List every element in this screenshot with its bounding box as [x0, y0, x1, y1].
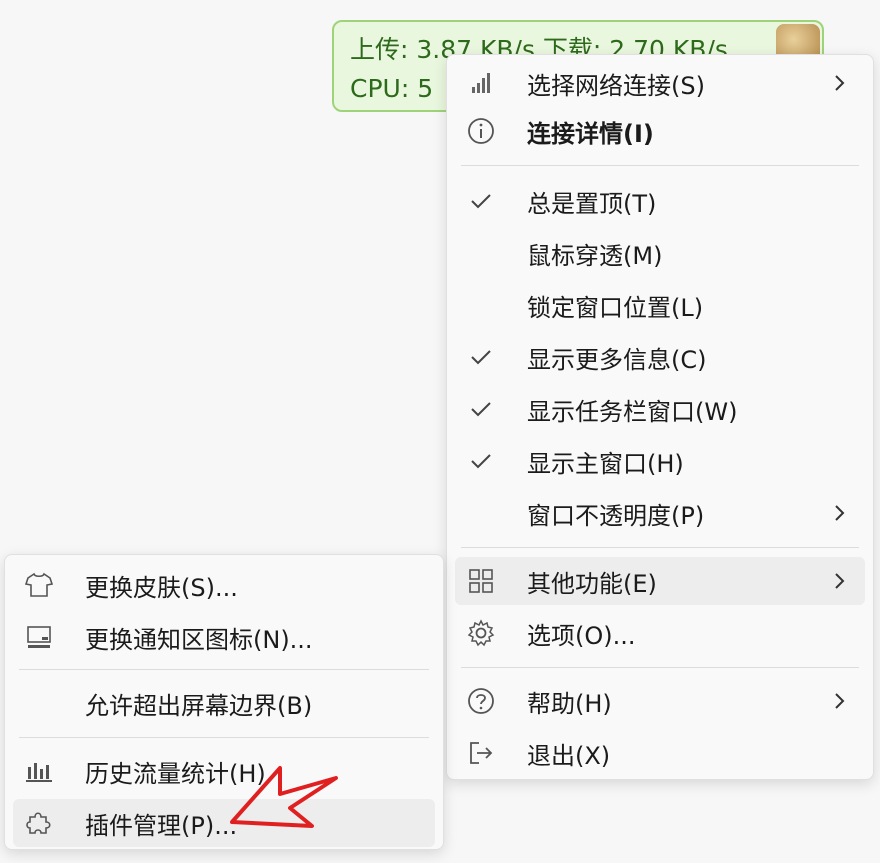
menu-separator: [461, 667, 859, 668]
shirt-icon: [23, 569, 55, 601]
bar-chart-icon: [23, 755, 55, 787]
menu-item-label: 选择网络连接(S): [527, 71, 705, 100]
menu-item-connection-details[interactable]: 连接详情(I): [455, 107, 865, 155]
menu-item-exit[interactable]: 退出(X): [455, 729, 865, 777]
menu-item-label: 显示主窗口(H): [527, 449, 684, 478]
desktop: 上传: 3.87 KB/s 下载: 2.70 KB/s CPU: 5 选择网络连…: [0, 0, 880, 863]
menu-item-traffic-history[interactable]: 历史流量统计(H): [13, 747, 435, 795]
help-circle-icon: [465, 685, 497, 717]
menu-item-label: 其他功能(E): [527, 569, 657, 598]
menu-item-label: 窗口不透明度(P): [527, 501, 705, 530]
menu-item-always-on-top[interactable]: 总是置顶(T): [455, 177, 865, 225]
checkmark-icon: [465, 185, 497, 217]
menu-item-allow-offscreen[interactable]: 允许超出屏幕边界(B): [13, 679, 435, 727]
menu-item-other-functions[interactable]: 其他功能(E): [455, 557, 865, 605]
menu-item-label: 退出(X): [527, 741, 611, 770]
menu-item-show-main-window[interactable]: 显示主窗口(H): [455, 437, 865, 485]
menu-item-label: 显示任务栏窗口(W): [527, 397, 738, 426]
signal-bars-icon: [465, 67, 497, 99]
menu-item-help[interactable]: 帮助(H): [455, 677, 865, 725]
tray-icon: [23, 621, 55, 653]
menu-item-label: 插件管理(P)...: [85, 811, 238, 840]
menu-item-label: 总是置顶(T): [527, 189, 657, 218]
menu-item-show-taskbar-window[interactable]: 显示任务栏窗口(W): [455, 385, 865, 433]
menu-item-label: 显示更多信息(C): [527, 345, 707, 374]
grid-icon: [465, 565, 497, 597]
menu-item-label: 允许超出屏幕边界(B): [85, 691, 313, 720]
menu-separator: [19, 669, 429, 670]
chevron-right-icon: [829, 502, 851, 524]
context-menu-main: 选择网络连接(S) 连接详情(I) 总是置顶(T) 鼠标穿透(M) 锁定窗口位置…: [446, 54, 874, 780]
menu-separator: [461, 547, 859, 548]
menu-item-window-opacity[interactable]: 窗口不透明度(P): [455, 489, 865, 537]
menu-item-show-more-info[interactable]: 显示更多信息(C): [455, 333, 865, 381]
checkmark-icon: [465, 445, 497, 477]
menu-item-label: 历史流量统计(H): [85, 759, 266, 788]
menu-item-label: 更换皮肤(S)...: [85, 573, 238, 602]
checkmark-icon: [465, 341, 497, 373]
menu-separator: [461, 165, 859, 166]
menu-item-lock-position[interactable]: 锁定窗口位置(L): [455, 281, 865, 329]
menu-item-label: 选项(O)...: [527, 621, 636, 650]
chevron-right-icon: [829, 72, 851, 94]
menu-item-label: 锁定窗口位置(L): [527, 293, 704, 322]
chevron-right-icon: [829, 570, 851, 592]
menu-item-change-skin[interactable]: 更换皮肤(S)...: [13, 561, 435, 609]
puzzle-icon: [23, 807, 55, 839]
context-menu-other-functions: 更换皮肤(S)... 更换通知区图标(N)... 允许超出屏幕边界(B) 历史流…: [4, 554, 444, 850]
menu-item-plugin-manager[interactable]: 插件管理(P)...: [13, 799, 435, 847]
chevron-right-icon: [829, 690, 851, 712]
menu-item-label: 更换通知区图标(N)...: [85, 625, 313, 654]
checkmark-icon: [465, 393, 497, 425]
cpu-usage: CPU: 5: [350, 74, 434, 103]
menu-item-options[interactable]: 选项(O)...: [455, 609, 865, 657]
info-circle-icon: [465, 115, 497, 147]
menu-item-label: 鼠标穿透(M): [527, 241, 663, 270]
menu-item-select-network[interactable]: 选择网络连接(S): [455, 59, 865, 107]
menu-item-change-tray-icon[interactable]: 更换通知区图标(N)...: [13, 613, 435, 661]
menu-item-label: 帮助(H): [527, 689, 612, 718]
exit-icon: [465, 737, 497, 769]
menu-item-mouse-through[interactable]: 鼠标穿透(M): [455, 229, 865, 277]
menu-separator: [19, 737, 429, 738]
gear-icon: [465, 617, 497, 649]
menu-item-label: 连接详情(I): [527, 119, 654, 148]
